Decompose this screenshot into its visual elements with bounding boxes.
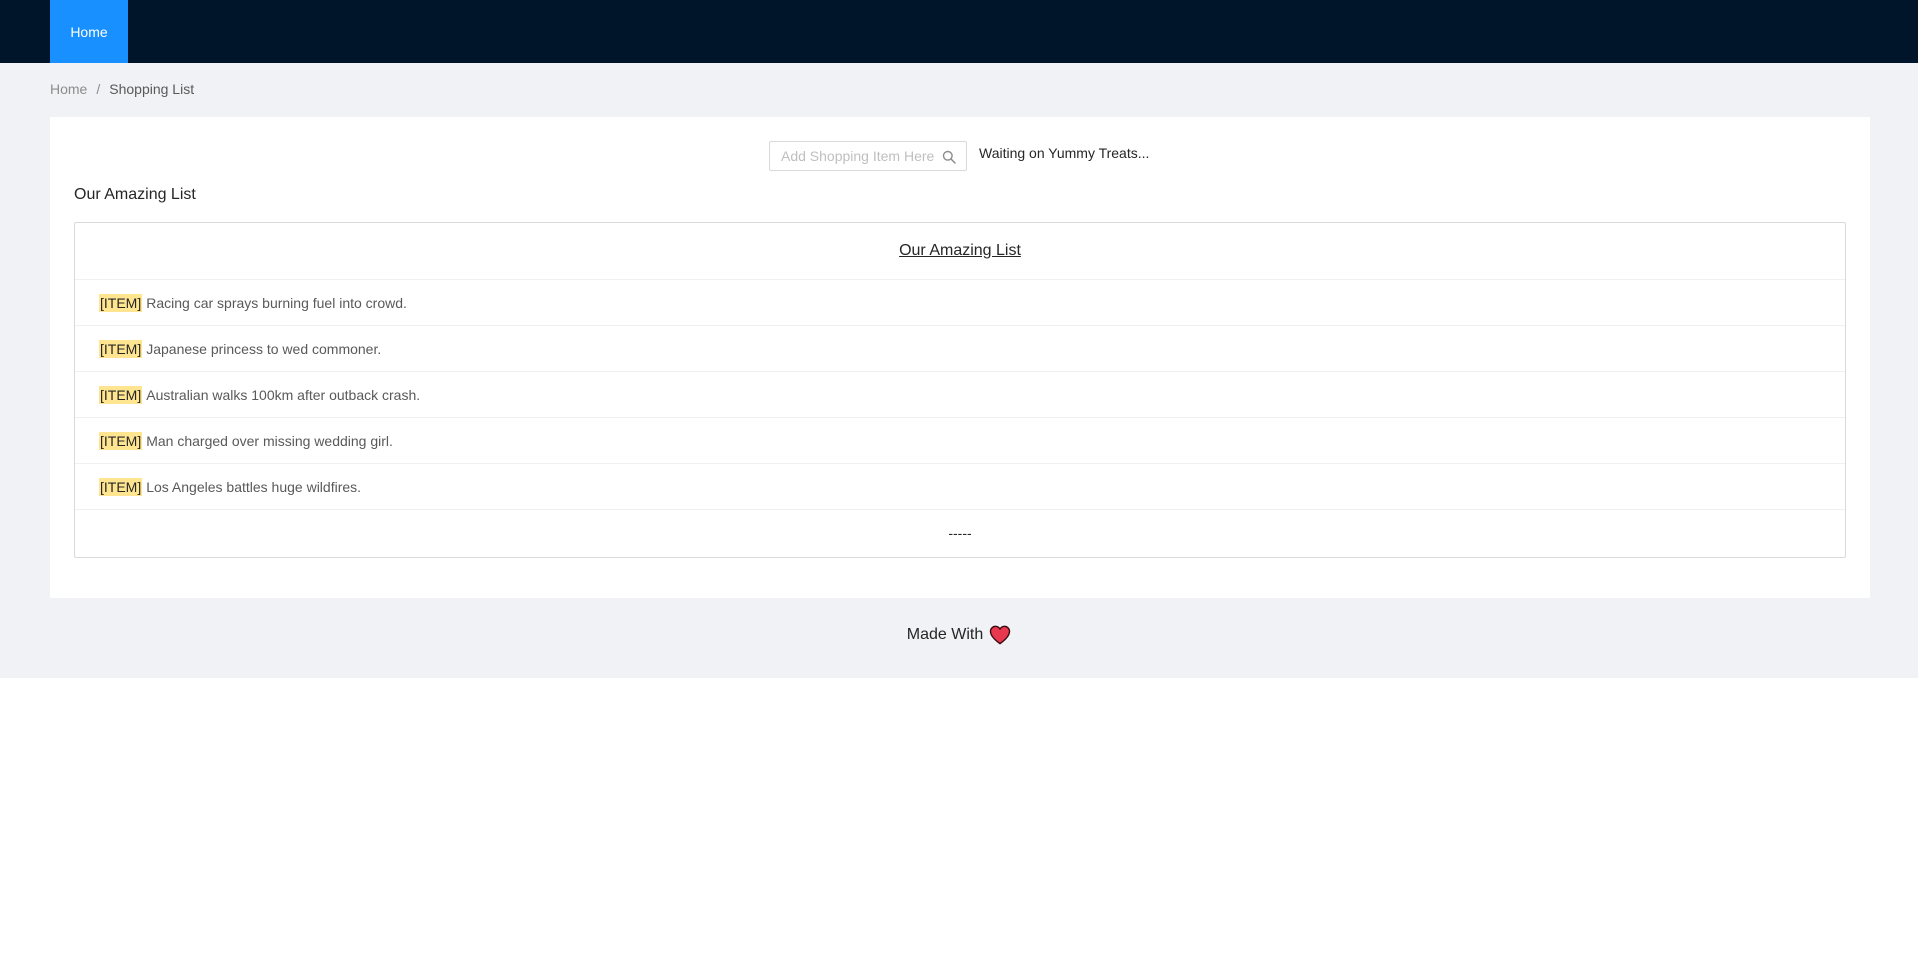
search-input[interactable]: [781, 148, 941, 164]
nav-item-home[interactable]: Home: [50, 0, 128, 63]
list-header: Our Amazing List: [75, 223, 1845, 280]
breadcrumb-current: Shopping List: [109, 81, 195, 97]
top-navbar: Home: [0, 0, 1918, 63]
list-item: [ITEM] Australian walks 100km after outb…: [75, 372, 1845, 418]
page-footer: Made With: [0, 625, 1918, 645]
item-tag: [ITEM]: [99, 339, 143, 358]
app-layout: Home Home / Shopping List Waiting on Yum…: [0, 0, 1918, 678]
item-text: Man charged over missing wedding girl.: [146, 432, 393, 449]
item-text: Japanese princess to wed commoner.: [146, 340, 382, 357]
item-tag: [ITEM]: [99, 477, 143, 496]
list-footer: -----: [948, 524, 972, 541]
item-text: Australian walks 100km after outback cra…: [146, 386, 421, 403]
list-item: [ITEM] Japanese princess to wed commoner…: [75, 326, 1845, 372]
search-icon[interactable]: [942, 150, 956, 164]
status-text: Waiting on Yummy Treats...: [979, 145, 1150, 161]
footer-text: Made With: [906, 626, 984, 643]
item-text: Racing car sprays burning fuel into crow…: [146, 294, 407, 311]
item-tag: [ITEM]: [99, 431, 143, 450]
list-item: [ITEM] Racing car sprays burning fuel in…: [75, 280, 1845, 326]
list-item: [ITEM] Los Angeles battles huge wildfire…: [75, 464, 1845, 510]
breadcrumb-home-link[interactable]: Home: [50, 81, 87, 97]
heart-icon: [990, 625, 1011, 645]
list-item: [ITEM] Man charged over missing wedding …: [75, 418, 1845, 464]
item-tag: [ITEM]: [99, 385, 143, 404]
main-content: Waiting on Yummy Treats... Our Amazing L…: [50, 117, 1870, 598]
section-title: Our Amazing List: [74, 186, 196, 203]
search-box[interactable]: [769, 141, 967, 171]
item-tag: [ITEM]: [99, 293, 143, 312]
breadcrumb: Home / Shopping List: [50, 81, 194, 97]
breadcrumb-separator: /: [96, 81, 101, 97]
item-text: Los Angeles battles huge wildfires.: [146, 478, 362, 495]
shopping-list: Our Amazing List [ITEM] Racing car spray…: [74, 222, 1846, 558]
